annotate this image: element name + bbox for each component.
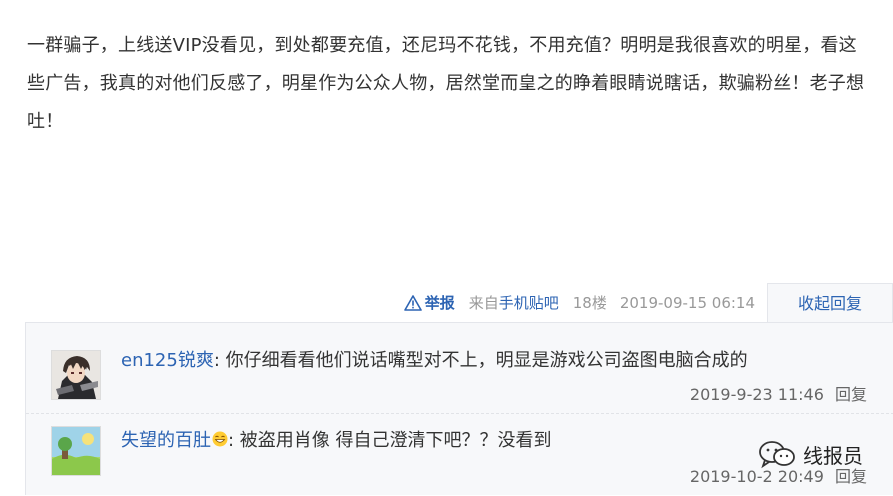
reply-meta: 2019-9-23 11:46 回复 bbox=[690, 384, 867, 406]
reply-button[interactable]: 回复 bbox=[835, 385, 867, 404]
post-meta: 举报 来自 手机贴吧 18楼 2019-09-15 06:14 bbox=[403, 283, 755, 323]
source-prefix: 来自 bbox=[468, 294, 499, 312]
post-time: 2019-09-15 06:14 bbox=[619, 294, 755, 312]
reply-text: 你仔细看看他们说话嘴型对不上，明显是游戏公司盗图电脑合成的 bbox=[219, 350, 748, 371]
reply-username[interactable]: 失望的百肚 bbox=[121, 430, 211, 451]
warning-icon bbox=[403, 295, 422, 311]
landscape-avatar-icon[interactable] bbox=[51, 426, 101, 476]
reply-text-line: en125锐爽: 你仔细看看他们说话嘴型对不上，明显是游戏公司盗图电脑合成的 bbox=[121, 348, 748, 374]
source-link[interactable]: 手机贴吧 bbox=[499, 283, 559, 323]
post-content: 一群骗子，上线送VIP没看见，到处都要充值，还尼玛不花钱，不用充值？明明是我很喜… bbox=[27, 35, 865, 132]
wechat-icon bbox=[759, 441, 795, 469]
anime-avatar-icon[interactable] bbox=[51, 350, 101, 400]
reply-time: 2019-9-23 11:46 bbox=[689, 385, 824, 404]
report-label: 举报 bbox=[424, 294, 455, 312]
reply-username[interactable]: en125锐爽 bbox=[121, 350, 214, 371]
post-tail-bar: 举报 来自 手机贴吧 18楼 2019-09-15 06:14 收起回复 bbox=[0, 283, 893, 323]
floor-number: 18楼 bbox=[572, 294, 607, 312]
watermark: 线报员 bbox=[757, 437, 863, 471]
grin-emoji-icon bbox=[212, 431, 228, 447]
reply-text-line: 失望的百肚 : 被盗用肖像 得自己澄清下吧？？没看到 bbox=[121, 428, 552, 454]
watermark-text: 线报员 bbox=[803, 443, 863, 468]
reply-item: en125锐爽: 你仔细看看他们说话嘴型对不上，明显是游戏公司盗图电脑合成的 2… bbox=[26, 323, 893, 414]
reply-text: 被盗用肖像 得自己澄清下吧？？没看到 bbox=[234, 430, 552, 451]
report-button[interactable]: 举报 bbox=[403, 283, 455, 323]
collapse-replies-button[interactable]: 收起回复 bbox=[767, 283, 893, 323]
